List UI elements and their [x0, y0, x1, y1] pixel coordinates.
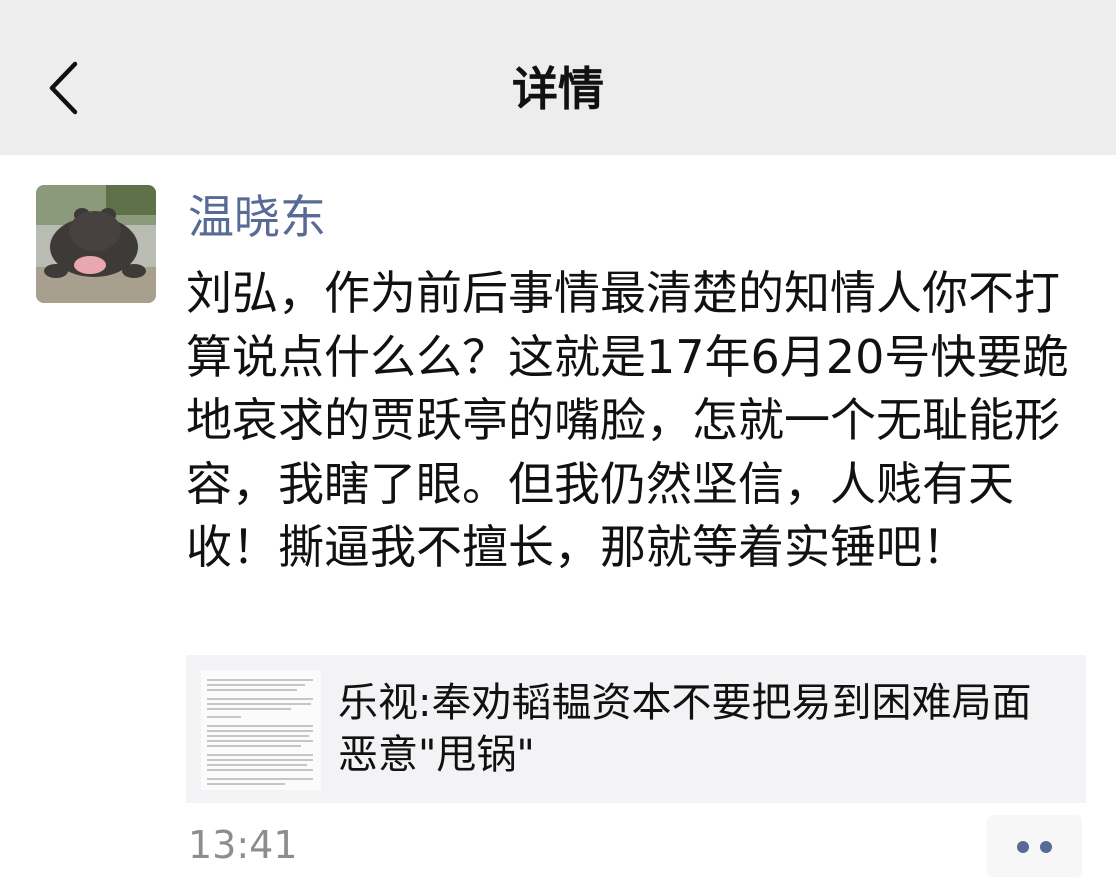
post-text: 刘弘，作为前后事情最清楚的知情人你不打算说点什么么？这就是17年6月20号快要跪…: [186, 266, 1069, 574]
page-title: 详情: [512, 62, 604, 116]
link-title: 乐视:奉劝韬韫资本不要把易到困难局面恶意"甩锅": [338, 680, 1032, 778]
hippo-avatar-icon: [36, 185, 156, 303]
document-thumbnail-icon: [201, 670, 321, 790]
nav-bar: 详情: [0, 0, 1116, 155]
avatar[interactable]: [36, 185, 156, 303]
more-dots-icon: [1017, 841, 1029, 853]
more-dots-icon: [1040, 841, 1052, 853]
post-time: 13:41: [188, 823, 298, 867]
document-thumbnail: [201, 670, 321, 790]
link-card[interactable]: 乐视:奉劝韬韫资本不要把易到困难局面恶意"甩锅": [186, 655, 1086, 803]
author-name[interactable]: 温晓东: [188, 186, 326, 248]
more-button[interactable]: [987, 815, 1082, 877]
